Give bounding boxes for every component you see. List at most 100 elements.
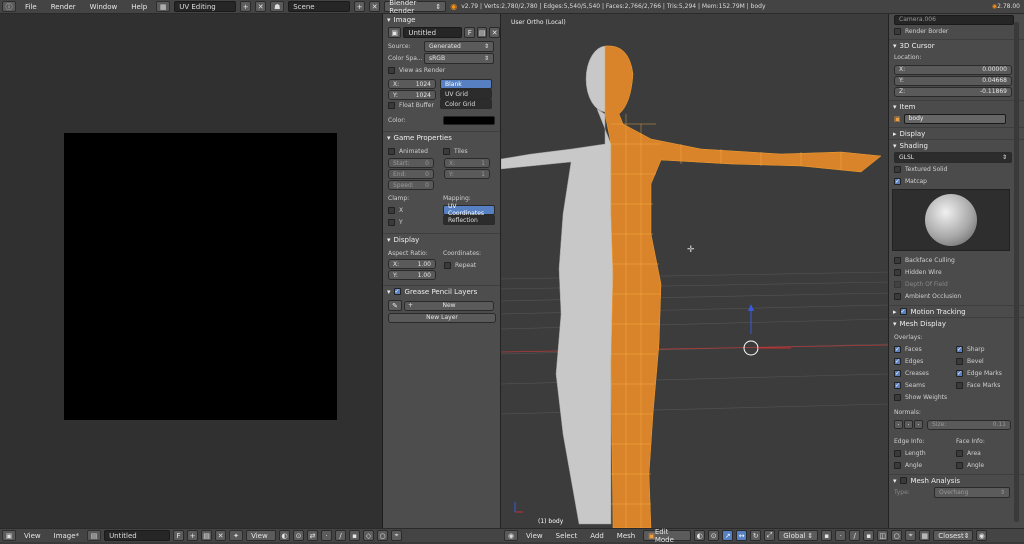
menu-window[interactable]: Window <box>85 3 123 11</box>
grease-pencil-header[interactable]: ▾ ✓ Grease Pencil Layers <box>383 285 500 297</box>
gen-type-color-grid[interactable]: Color Grid <box>440 99 492 109</box>
3d-cursor[interactable] <box>743 340 759 356</box>
snap-icon[interactable]: ⌖ <box>391 530 403 541</box>
edge-select-icon[interactable]: / <box>335 530 347 541</box>
backface-culling-checkbox[interactable] <box>894 257 901 264</box>
fake-user-button[interactable]: F <box>464 27 475 38</box>
menu-mesh[interactable]: Mesh <box>612 532 640 540</box>
image-unlink-button[interactable]: ✕ <box>215 530 227 541</box>
menu-file[interactable]: File <box>20 3 42 11</box>
start-field[interactable]: Start: 0 <box>388 158 434 168</box>
vertex-normals-icon[interactable]: · <box>894 420 903 429</box>
3d-editor-type-icon[interactable]: ◉ <box>504 530 518 541</box>
scene-remove-button[interactable]: ✕ <box>369 1 381 12</box>
end-field[interactable]: End: 0 <box>388 169 434 179</box>
menu-render[interactable]: Render <box>46 3 81 11</box>
rotate-icon[interactable]: ↻ <box>750 530 762 541</box>
face-angle-checkbox[interactable] <box>956 462 963 469</box>
area-checkbox[interactable] <box>956 450 963 457</box>
game-properties-header[interactable]: ▾ Game Properties <box>383 131 500 143</box>
image-open-button[interactable]: ▤ <box>201 530 213 541</box>
tiles-y-field[interactable]: Y: 1 <box>444 169 490 179</box>
image-name-field[interactable]: Untitled <box>403 27 463 38</box>
snap-element-icon[interactable]: ▦ <box>919 530 931 541</box>
proportional-icon[interactable]: ○ <box>377 530 389 541</box>
image-name-field[interactable]: Untitled <box>104 530 171 541</box>
vertex-mode-icon[interactable]: · <box>835 530 847 541</box>
gen-type-blank[interactable]: Blank <box>440 79 492 89</box>
edge-angle-checkbox[interactable] <box>894 462 901 469</box>
snap-target-dropdown[interactable]: Closest ⇕ <box>933 530 974 541</box>
image-panel-header[interactable]: ▾ Image <box>383 14 500 26</box>
ao-checkbox[interactable] <box>894 293 901 300</box>
cursor-y-field[interactable]: Y: 0.04668 <box>894 75 1012 86</box>
width-field[interactable]: X: 1024 <box>388 79 436 89</box>
view-mode-dropdown[interactable]: View <box>246 530 277 541</box>
creases-checkbox[interactable]: ✓ <box>894 370 901 377</box>
faces-checkbox[interactable]: ✓ <box>894 346 901 353</box>
menu-image[interactable]: Image* <box>49 532 84 540</box>
aspect-x-field[interactable]: X: 1.00 <box>388 259 436 269</box>
manipulator-icon[interactable]: ↗ <box>722 530 734 541</box>
image-browse-icon[interactable]: ▤ <box>87 530 102 541</box>
render-engine-dropdown[interactable]: Blender Render ⇕ <box>384 0 447 15</box>
image-new-button[interactable]: ▤ <box>476 27 488 38</box>
editor-type-icon[interactable]: ▣ <box>2 530 16 541</box>
item-header[interactable]: ▾ Item <box>889 100 1024 112</box>
edges-checkbox[interactable]: ✓ <box>894 358 901 365</box>
sync-icon[interactable]: ⇄ <box>307 530 319 541</box>
hidden-wire-checkbox[interactable] <box>894 269 901 276</box>
proportional-edit-icon[interactable]: ○ <box>891 530 903 541</box>
layout-add-button[interactable]: + <box>240 1 252 12</box>
layout-field[interactable]: UV Editing <box>174 1 237 12</box>
pivot-icon[interactable]: ⊙ <box>293 530 305 541</box>
image-unlink-button[interactable]: ✕ <box>489 27 500 38</box>
vertex-select-icon[interactable]: · <box>321 530 333 541</box>
occlude-icon[interactable]: ◫ <box>877 530 889 541</box>
channels-icon[interactable]: ◐ <box>279 530 291 541</box>
clamp-x-checkbox[interactable] <box>388 207 395 214</box>
tiles-checkbox[interactable] <box>443 148 450 155</box>
colorspace-dropdown[interactable]: sRGB ⇕ <box>424 53 494 64</box>
menu-select[interactable]: Select <box>551 532 583 540</box>
shading-header[interactable]: ▾ Shading <box>889 139 1024 151</box>
edge-mode-icon[interactable]: / <box>849 530 861 541</box>
scale-icon[interactable]: ⤢ <box>764 530 776 541</box>
scene-icon[interactable]: ☗ <box>270 1 285 12</box>
source-dropdown[interactable]: Generated ⇕ <box>424 41 494 52</box>
animated-checkbox[interactable] <box>388 148 395 155</box>
translate-icon[interactable]: ↔ <box>736 530 748 541</box>
float-buffer-checkbox[interactable] <box>388 102 395 109</box>
menu-add[interactable]: Add <box>585 532 609 540</box>
menu-help[interactable]: Help <box>126 3 152 11</box>
face-normals-icon[interactable]: · <box>914 420 923 429</box>
edge-marks-checkbox[interactable]: ✓ <box>956 370 963 377</box>
scene-add-button[interactable]: + <box>354 1 366 12</box>
display-panel-header[interactable]: ▾ Display <box>383 233 500 245</box>
cursor-x-field[interactable]: X: 0.00000 <box>894 64 1012 75</box>
height-field[interactable]: Y: 1024 <box>388 90 436 100</box>
gp-new-button[interactable]: + New <box>404 300 494 311</box>
layers-icon[interactable]: ▪ <box>821 530 833 541</box>
mesh-analysis-checkbox[interactable] <box>899 477 907 484</box>
mesh-analysis-header[interactable]: ▾ Mesh Analysis <box>889 474 1024 486</box>
layout-remove-button[interactable]: ✕ <box>255 1 267 12</box>
aspect-y-field[interactable]: Y: 1.00 <box>388 270 436 280</box>
normal-size-field[interactable]: Size: 0.11 <box>927 419 1011 430</box>
display-header[interactable]: ▸ Display <box>889 127 1024 139</box>
snap-magnet-icon[interactable]: ⌖ <box>905 530 917 541</box>
render-border-checkbox[interactable] <box>894 28 901 35</box>
face-marks-checkbox[interactable] <box>956 382 963 389</box>
layout-icon[interactable]: ▦ <box>156 1 171 12</box>
info-editor-icon[interactable]: ⓘ <box>2 1 16 12</box>
object-name-field[interactable]: body <box>903 113 1006 124</box>
pin-icon[interactable]: ✦ <box>229 530 244 541</box>
speed-field[interactable]: Speed: 0 <box>388 180 434 190</box>
shading-icon[interactable]: ◐ <box>694 530 706 541</box>
pencil-icon[interactable]: ✎ <box>388 300 402 311</box>
3d-viewport[interactable]: User Ortho (Local) ✛ (1) body <box>501 14 888 528</box>
matcap-checkbox[interactable]: ✓ <box>894 178 901 185</box>
image-canvas[interactable] <box>64 133 337 420</box>
npanel-scrollbar[interactable] <box>1014 22 1019 522</box>
gp-new-layer-button[interactable]: New Layer <box>388 312 496 323</box>
